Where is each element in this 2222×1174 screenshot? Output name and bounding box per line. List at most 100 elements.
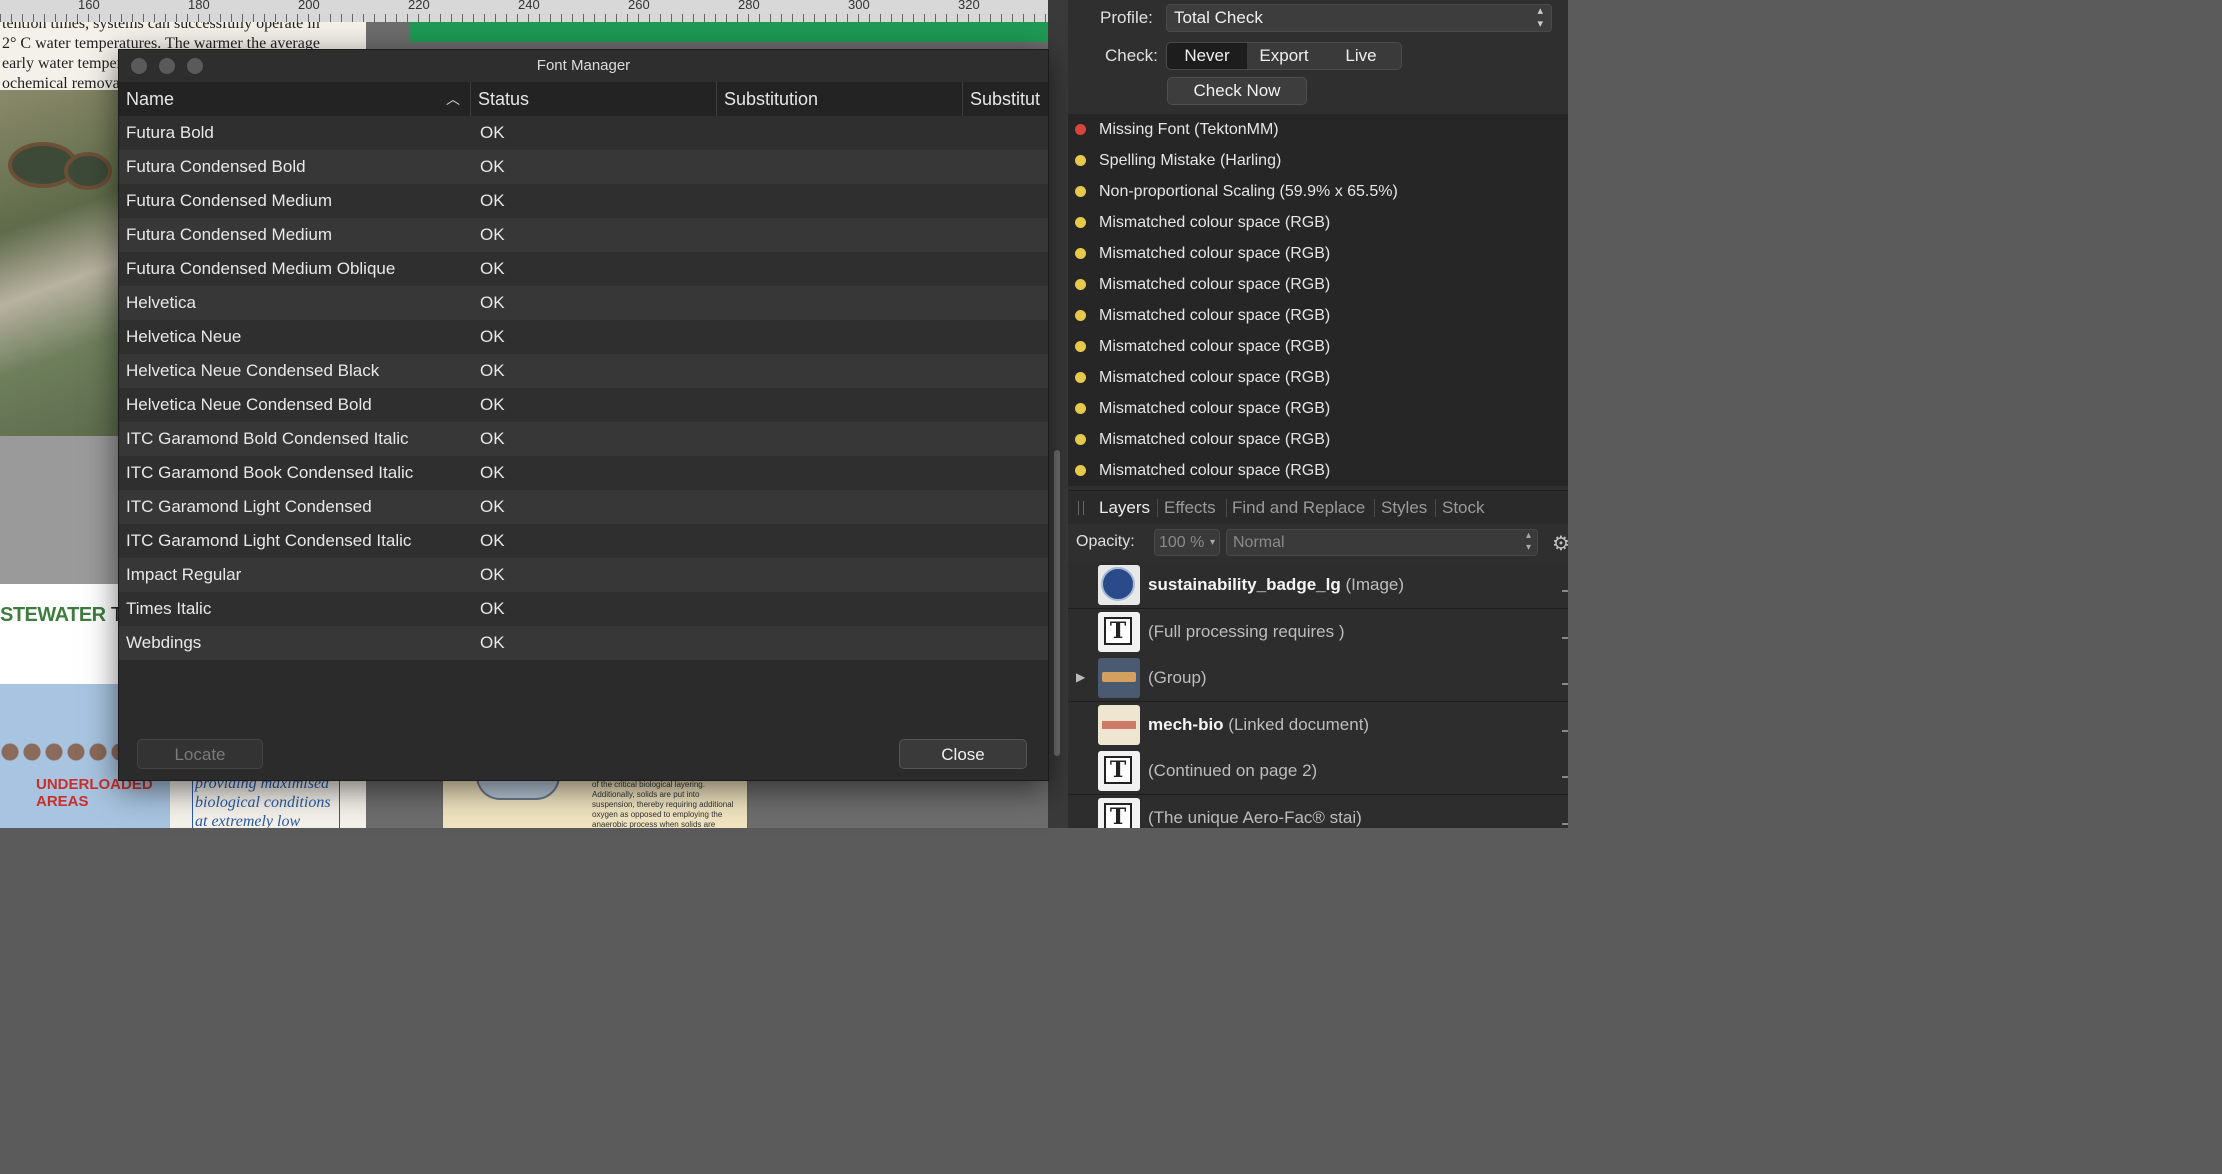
preflight-issue[interactable]: Mismatched colour space (RGB) bbox=[1068, 424, 1568, 455]
warning-dot-icon bbox=[1075, 155, 1086, 166]
layer-visibility-icon[interactable] bbox=[1562, 629, 1568, 639]
layer-row[interactable]: T (The unique Aero-Fac® stai) bbox=[1068, 794, 1568, 828]
issue-text: Mismatched colour space (RGB) bbox=[1099, 462, 1331, 479]
column-header-name[interactable]: Name ︿ bbox=[119, 82, 471, 116]
preflight-issue[interactable]: Spelling Mistake (Harling) bbox=[1068, 145, 1568, 176]
preflight-issue[interactable]: Mismatched colour space (RGB) bbox=[1068, 269, 1568, 300]
gear-icon[interactable]: ⚙ bbox=[1552, 531, 1568, 556]
font-status: OK bbox=[480, 361, 505, 380]
layer-visibility-icon[interactable] bbox=[1562, 582, 1568, 592]
badge-thumbnail bbox=[1098, 565, 1140, 605]
scrollbar-thumb[interactable] bbox=[1054, 450, 1060, 756]
font-status: OK bbox=[480, 531, 505, 550]
canvas-vertical-scrollbar[interactable] bbox=[1048, 0, 1068, 828]
tab-stock[interactable]: Stock bbox=[1442, 491, 1485, 525]
warning-dot-icon bbox=[1075, 248, 1086, 259]
layer-name: (Continued on page 2) bbox=[1148, 748, 1317, 794]
font-row[interactable]: ITC Garamond Book Condensed Italic OK bbox=[119, 456, 1048, 490]
font-row[interactable]: ITC Garamond Bold Condensed Italic OK bbox=[119, 422, 1048, 456]
issue-text: Mismatched colour space (RGB) bbox=[1099, 400, 1331, 417]
preflight-issue[interactable]: Mismatched colour space (RGB) bbox=[1068, 331, 1568, 362]
dialog-titlebar[interactable]: Font Manager bbox=[119, 50, 1048, 82]
profile-dropdown[interactable]: Total Check ▴ ▾ bbox=[1166, 4, 1552, 32]
layer-visibility-icon[interactable] bbox=[1562, 722, 1568, 732]
preflight-issue[interactable]: Mismatched colour space (RGB) bbox=[1068, 393, 1568, 424]
check-never-option[interactable]: Never bbox=[1167, 43, 1247, 69]
preflight-issue[interactable]: Mismatched colour space (RGB) bbox=[1068, 207, 1568, 238]
ruler-label: 320 bbox=[958, 0, 980, 12]
layer-row[interactable]: T (Continued on page 2) bbox=[1068, 748, 1568, 795]
preflight-issue[interactable]: Missing Font (TektonMM) bbox=[1068, 114, 1568, 145]
ruler-ticks bbox=[0, 14, 1048, 22]
ruler-label: 300 bbox=[848, 0, 870, 12]
layer-row[interactable]: T (Full processing requires ) bbox=[1068, 608, 1568, 656]
font-row[interactable]: Helvetica OK bbox=[119, 286, 1048, 320]
font-row[interactable]: Helvetica Neue OK bbox=[119, 320, 1048, 354]
warning-dot-icon bbox=[1075, 217, 1086, 228]
profile-label: Profile: bbox=[1100, 8, 1153, 27]
font-row[interactable]: Futura Condensed Bold OK bbox=[119, 150, 1048, 184]
tab-effects[interactable]: Effects bbox=[1164, 491, 1216, 525]
font-status: OK bbox=[480, 327, 505, 346]
font-row[interactable]: Times Italic OK bbox=[119, 592, 1048, 626]
expand-arrow-icon[interactable]: ▶ bbox=[1076, 670, 1085, 684]
font-row[interactable]: ITC Garamond Light Condensed Italic OK bbox=[119, 524, 1048, 558]
green-banner bbox=[410, 20, 1048, 42]
font-name: Impact Regular bbox=[126, 565, 242, 584]
preflight-issue[interactable]: Mismatched colour space (RGB) bbox=[1068, 455, 1568, 486]
locate-button[interactable]: Locate bbox=[137, 739, 263, 769]
preflight-issue[interactable]: Mismatched colour space (RGB) bbox=[1068, 362, 1568, 393]
profile-value: Total Check bbox=[1174, 8, 1263, 27]
column-header-status[interactable]: Status bbox=[471, 82, 717, 116]
font-row[interactable]: ITC Garamond Light Condensed OK bbox=[119, 490, 1048, 524]
preflight-issue[interactable]: Mismatched colour space (RGB) bbox=[1068, 238, 1568, 269]
font-row[interactable]: Futura Condensed Medium OK bbox=[119, 184, 1048, 218]
tab-layers[interactable]: Layers bbox=[1099, 491, 1150, 525]
tab-styles[interactable]: Styles bbox=[1381, 491, 1427, 525]
layer-kind: (Image) bbox=[1345, 575, 1405, 594]
layer-row[interactable]: mech-bio (Linked document) bbox=[1068, 701, 1568, 749]
issue-text: Non-proportional Scaling (59.9% x 65.5%) bbox=[1099, 183, 1398, 200]
close-button[interactable]: Close bbox=[899, 739, 1027, 769]
issue-text: Mismatched colour space (RGB) bbox=[1099, 245, 1331, 262]
font-row[interactable]: Helvetica Neue Condensed Bold OK bbox=[119, 388, 1048, 422]
font-row[interactable]: Helvetica Neue Condensed Black OK bbox=[119, 354, 1048, 388]
check-live-option[interactable]: Live bbox=[1321, 43, 1401, 69]
check-now-button[interactable]: Check Now bbox=[1167, 77, 1307, 105]
layer-name: (Group) bbox=[1148, 655, 1207, 701]
ruler-label: 280 bbox=[738, 0, 760, 12]
horizontal-ruler[interactable]: 160 180 200 220 240 260 280 300 320 bbox=[0, 0, 1048, 22]
layer-visibility-icon[interactable] bbox=[1562, 768, 1568, 778]
preflight-issue[interactable]: Mismatched colour space (RGB) bbox=[1068, 300, 1568, 331]
ruler-label: 220 bbox=[408, 0, 430, 12]
tab-divider bbox=[1374, 499, 1375, 517]
font-name: Helvetica Neue Condensed Bold bbox=[126, 395, 372, 414]
opacity-field[interactable]: 100 % ▾ bbox=[1154, 529, 1220, 556]
font-row[interactable]: Impact Regular OK bbox=[119, 558, 1048, 592]
blend-mode-dropdown[interactable]: Normal ▴ ▾ bbox=[1226, 529, 1538, 556]
layer-row[interactable]: ▶ (Group) bbox=[1068, 655, 1568, 702]
font-row[interactable]: Futura Bold OK bbox=[119, 116, 1048, 150]
font-row[interactable]: Futura Condensed Medium Oblique OK bbox=[119, 252, 1048, 286]
check-export-option[interactable]: Export bbox=[1247, 43, 1321, 69]
ruler-label: 160 bbox=[78, 0, 100, 12]
font-row[interactable]: Webdings OK bbox=[119, 626, 1048, 660]
warning-dot-icon bbox=[1075, 403, 1086, 414]
preflight-controls: Profile: Total Check ▴ ▾ Check: Never Exp… bbox=[1068, 0, 1568, 114]
layer-visibility-icon[interactable] bbox=[1562, 675, 1568, 685]
layer-name: mech-bio (Linked document) bbox=[1148, 702, 1369, 748]
column-header-substitution-2[interactable]: Substitut bbox=[963, 82, 1048, 116]
dropdown-arrows-icon: ▴ ▾ bbox=[1537, 5, 1543, 30]
layer-kind: (Full processing requires ) bbox=[1148, 621, 1345, 641]
font-table-header: Name ︿ Status Substitution Substitut bbox=[119, 82, 1048, 117]
font-row[interactable]: Futura Condensed Medium OK bbox=[119, 218, 1048, 252]
column-header-substitution[interactable]: Substitution bbox=[717, 82, 963, 116]
blue-italic-text: providing maximised biological condition… bbox=[192, 774, 340, 828]
preflight-issue[interactable]: Non-proportional Scaling (59.9% x 65.5%) bbox=[1068, 176, 1568, 207]
text-frame-icon: T bbox=[1098, 611, 1140, 652]
layer-visibility-icon[interactable] bbox=[1562, 815, 1568, 825]
panel-grip-icon[interactable] bbox=[1078, 501, 1084, 515]
tab-find-and-replace[interactable]: Find and Replace bbox=[1232, 491, 1365, 525]
layer-title: sustainability_badge_lg bbox=[1148, 575, 1341, 594]
layer-row[interactable]: sustainability_badge_lg (Image) bbox=[1068, 562, 1568, 609]
